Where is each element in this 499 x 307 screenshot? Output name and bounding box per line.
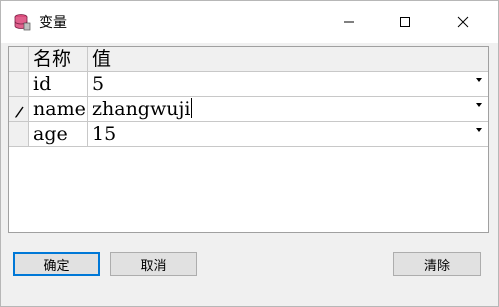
row-header[interactable] [9, 72, 29, 97]
database-icon [13, 13, 31, 31]
variable-value-cell[interactable]: 5 [88, 72, 488, 97]
variable-value-text: 15 [92, 123, 117, 145]
close-button[interactable] [440, 1, 486, 43]
variable-name-cell[interactable]: id [29, 72, 88, 97]
variable-value-editor[interactable]: zhangwuji [88, 97, 488, 122]
grid-header-row: 名称 值 [9, 47, 488, 72]
pencil-edit-icon [13, 103, 25, 118]
variables-grid: 名称 值 id 5 name zhangwuji age 15 [8, 46, 489, 233]
title-bar[interactable]: 变量 [1, 1, 498, 43]
variable-value-text: zhangwuji [92, 98, 191, 120]
maximize-icon [399, 13, 411, 32]
cancel-button[interactable]: 取消 [110, 252, 197, 276]
row-header[interactable] [9, 97, 29, 122]
close-icon [457, 13, 469, 32]
ok-button[interactable]: 确定 [13, 252, 100, 276]
text-caret [191, 98, 193, 118]
variable-name-cell[interactable]: name [29, 97, 88, 122]
dropdown-arrow-icon[interactable] [476, 128, 482, 132]
clear-button[interactable]: 清除 [393, 252, 481, 276]
corner-cell [9, 47, 29, 72]
minimize-icon [343, 13, 355, 32]
table-row[interactable]: name zhangwuji [9, 97, 488, 122]
dropdown-arrow-icon[interactable] [476, 103, 482, 107]
variable-name-cell[interactable]: age [29, 122, 88, 147]
table-row[interactable]: id 5 [9, 72, 488, 97]
column-header-value[interactable]: 值 [88, 47, 488, 72]
dropdown-arrow-icon[interactable] [476, 78, 482, 82]
minimize-button[interactable] [326, 1, 372, 43]
maximize-button[interactable] [382, 1, 428, 43]
column-header-name[interactable]: 名称 [29, 47, 88, 72]
variable-value-cell[interactable]: 15 [88, 122, 488, 147]
variables-dialog: 变量 名称 值 id 5 name zhangwuji age 15 确定 取消… [0, 0, 499, 307]
variable-value-text: 5 [92, 73, 105, 95]
window-title: 变量 [39, 15, 67, 31]
row-header[interactable] [9, 122, 29, 147]
table-row[interactable]: age 15 [9, 122, 488, 147]
